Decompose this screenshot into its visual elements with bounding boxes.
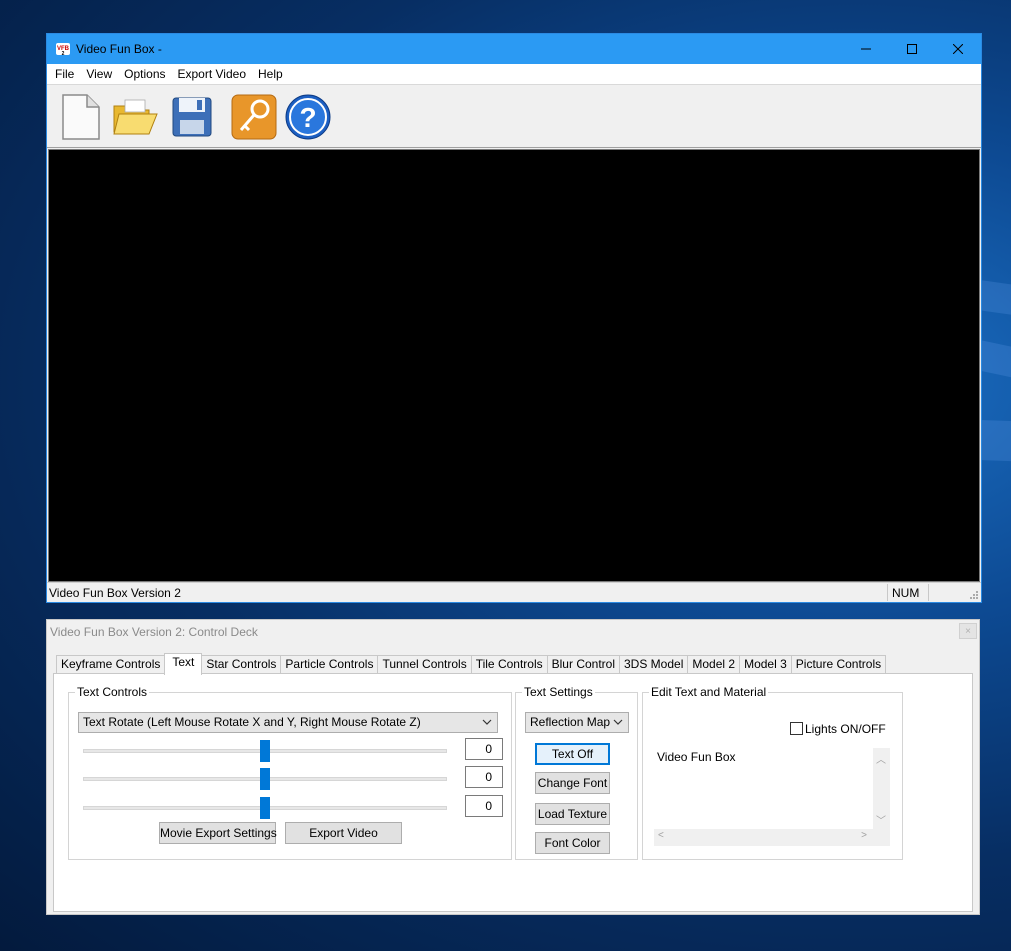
save-floppy-icon <box>172 97 212 137</box>
new-document-icon <box>62 94 100 140</box>
edit-text-legend: Edit Text and Material <box>649 685 769 699</box>
close-icon <box>953 44 963 54</box>
close-icon: × <box>965 625 971 637</box>
lights-checkbox[interactable] <box>790 722 803 735</box>
scrollbar-corner <box>873 829 890 846</box>
chevron-down-icon <box>482 719 492 725</box>
text-off-button[interactable]: Text Off <box>535 743 610 765</box>
control-deck-close-button[interactable]: × <box>959 623 977 639</box>
edit-text-group: Edit Text and Material Lights ON/OFF Vid… <box>642 685 903 860</box>
text-slider-z[interactable] <box>83 797 447 819</box>
tab-keyframe-controls[interactable]: Keyframe Controls <box>56 655 166 674</box>
key-icon <box>231 94 277 140</box>
maximize-button[interactable] <box>889 34 935 64</box>
menu-help[interactable]: Help <box>252 67 289 81</box>
edit-text-value: Video Fun Box <box>657 750 736 764</box>
open-folder-icon <box>113 99 158 135</box>
text-slider-y-value[interactable]: 0 <box>465 766 503 788</box>
export-video-button[interactable]: Export Video <box>285 822 402 844</box>
close-button[interactable] <box>935 34 981 64</box>
status-bar: Video Fun Box Version 2 NUM <box>47 582 981 602</box>
new-button[interactable] <box>57 92 105 142</box>
tab-strip: Keyframe Controls Text Star Controls Par… <box>56 653 887 675</box>
slider-thumb[interactable] <box>260 797 270 819</box>
tab-picture-controls[interactable]: Picture Controls <box>790 655 887 674</box>
tab-particle-controls[interactable]: Particle Controls <box>280 655 379 674</box>
tab-blur-control[interactable]: Blur Control <box>546 655 620 674</box>
text-slider-y[interactable] <box>83 768 447 790</box>
horizontal-scrollbar[interactable]: < > <box>654 829 873 846</box>
text-tab-panel: Text Controls Text Rotate (Left Mouse Ro… <box>53 673 973 912</box>
control-deck-window: Video Fun Box Version 2: Control Deck × … <box>46 619 980 915</box>
movie-export-settings-button[interactable]: Movie Export Settings <box>159 822 277 844</box>
render-viewport[interactable] <box>48 149 980 582</box>
desktop-light-beam <box>978 420 1011 463</box>
text-controls-group: Text Controls Text Rotate (Left Mouse Ro… <box>68 685 512 860</box>
tab-text[interactable]: Text <box>164 653 203 675</box>
text-slider-x[interactable] <box>83 740 447 762</box>
reflection-map-select-value: Reflection Map <box>530 715 611 729</box>
svg-text:2: 2 <box>62 51 65 57</box>
scroll-right-icon[interactable]: > <box>861 830 867 841</box>
chevron-down-icon <box>613 719 623 725</box>
maximize-icon <box>907 44 917 54</box>
text-slider-z-value[interactable]: 0 <box>465 795 503 817</box>
font-color-button[interactable]: Font Color <box>535 832 610 854</box>
tab-model-2[interactable]: Model 2 <box>687 655 741 674</box>
slider-thumb[interactable] <box>260 740 270 762</box>
vertical-scrollbar[interactable]: ︿ ﹀ <box>873 748 890 829</box>
toolbar: ? <box>47 84 981 148</box>
title-bar[interactable]: VFB 2 Video Fun Box - <box>47 34 981 64</box>
scroll-down-icon[interactable]: ﹀ <box>876 812 886 827</box>
text-slider-x-value[interactable]: 0 <box>465 738 503 760</box>
text-settings-legend: Text Settings <box>522 685 595 699</box>
window-title: Video Fun Box - <box>76 42 162 56</box>
tab-star-controls[interactable]: Star Controls <box>201 655 282 674</box>
main-window: VFB 2 Video Fun Box - File View Options … <box>46 33 982 603</box>
menu-view[interactable]: View <box>80 67 118 81</box>
change-font-button[interactable]: Change Font <box>535 772 610 794</box>
menu-options[interactable]: Options <box>118 67 171 81</box>
tab-tunnel-controls[interactable]: Tunnel Controls <box>377 655 472 674</box>
scroll-left-icon[interactable]: < <box>658 830 664 841</box>
tab-tile-controls[interactable]: Tile Controls <box>470 655 548 674</box>
load-texture-button[interactable]: Load Texture <box>535 803 610 825</box>
minimize-button[interactable] <box>843 34 889 64</box>
reflection-map-select[interactable]: Reflection Map <box>525 712 629 733</box>
control-deck-title: Video Fun Box Version 2: Control Deck <box>50 625 258 639</box>
resize-grip-icon[interactable] <box>969 590 979 600</box>
help-icon: ? <box>285 94 331 140</box>
tab-model-3[interactable]: Model 3 <box>739 655 792 674</box>
menu-file[interactable]: File <box>49 67 80 81</box>
help-button[interactable]: ? <box>284 92 332 142</box>
slider-thumb[interactable] <box>260 768 270 790</box>
minimize-icon <box>861 48 871 50</box>
scroll-up-icon[interactable]: ︿ <box>876 751 886 766</box>
text-mode-select-value: Text Rotate (Left Mouse Rotate X and Y, … <box>83 715 421 729</box>
lights-label[interactable]: Lights ON/OFF <box>805 722 886 736</box>
text-settings-group: Text Settings Reflection Map Text Off Ch… <box>515 685 638 860</box>
svg-text:?: ? <box>299 102 316 133</box>
num-lock-indicator: NUM <box>887 584 929 601</box>
open-button[interactable] <box>111 92 159 142</box>
text-mode-select[interactable]: Text Rotate (Left Mouse Rotate X and Y, … <box>78 712 498 733</box>
app-icon: VFB 2 <box>56 43 70 57</box>
tab-3ds-model[interactable]: 3DS Model <box>619 655 689 674</box>
save-button[interactable] <box>168 92 216 142</box>
text-controls-legend: Text Controls <box>75 685 150 699</box>
status-text: Video Fun Box Version 2 <box>49 586 181 600</box>
edit-text-area[interactable]: Video Fun Box ︿ ﹀ < > <box>653 747 891 847</box>
key-button[interactable] <box>230 92 278 142</box>
menu-export-video[interactable]: Export Video <box>172 67 253 81</box>
menu-bar: File View Options Export Video Help <box>47 64 981 84</box>
